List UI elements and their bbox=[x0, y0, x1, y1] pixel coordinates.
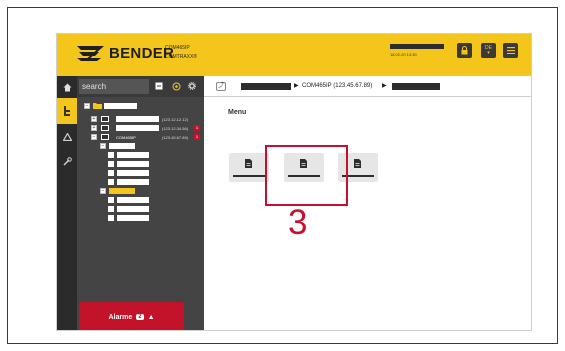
tree-leaf[interactable] bbox=[108, 215, 149, 221]
user-name-redacted bbox=[390, 44, 444, 49]
subgroup-2-label-selected bbox=[109, 188, 135, 194]
tree-leaf[interactable] bbox=[108, 197, 149, 203]
settings-button[interactable] bbox=[186, 80, 198, 92]
tree-leaf[interactable] bbox=[108, 206, 149, 212]
leaf-icon bbox=[108, 179, 114, 185]
alarm-badge: 1 bbox=[194, 134, 200, 140]
collapse-icon[interactable]: − bbox=[100, 188, 106, 194]
leaf-label-redacted bbox=[117, 197, 149, 203]
tree-root-node[interactable]: − bbox=[84, 103, 139, 109]
leaf-icon bbox=[108, 197, 114, 203]
search-input[interactable] bbox=[79, 79, 149, 94]
leaf-label-redacted bbox=[117, 206, 149, 212]
breadcrumb: ⤴ ▶ COM465IP (123.45.67.89) ▶ bbox=[204, 76, 531, 97]
navigate-up-button[interactable]: ⤴ bbox=[216, 82, 226, 91]
content-area: ⤴ ▶ COM465IP (123.45.67.89) ▶ Menu bbox=[204, 76, 531, 330]
minus-box-icon bbox=[155, 82, 163, 90]
device-2-label-redacted bbox=[116, 125, 159, 131]
device-icon bbox=[101, 134, 109, 140]
menu-button[interactable] bbox=[503, 43, 518, 58]
main-nav bbox=[57, 76, 77, 330]
bender-logo: BENDER bbox=[75, 44, 174, 62]
breadcrumb-separator: ▶ bbox=[294, 83, 299, 89]
alarm-button[interactable]: Alarme 2 ▲ bbox=[79, 302, 184, 330]
collapse-icon[interactable]: − bbox=[100, 143, 106, 149]
leaf-label-redacted bbox=[117, 179, 149, 185]
root-label-redacted bbox=[104, 103, 137, 109]
leaf-label-redacted bbox=[117, 170, 149, 176]
search-bar bbox=[77, 76, 204, 97]
lock-button[interactable] bbox=[457, 43, 472, 58]
tree-icon bbox=[64, 106, 70, 116]
lock-icon bbox=[461, 46, 468, 55]
device-icon bbox=[101, 125, 109, 131]
alarm-count: 2 bbox=[136, 314, 144, 320]
tools-icon bbox=[62, 156, 72, 166]
alarm-badge: 1 bbox=[194, 125, 200, 131]
breadcrumb-separator: ▶ bbox=[382, 83, 387, 89]
expand-icon[interactable]: + bbox=[91, 116, 97, 122]
leaf-icon bbox=[108, 170, 114, 176]
hamburger-icon bbox=[506, 47, 515, 54]
callout-number: 3 bbox=[288, 203, 308, 242]
language-button[interactable]: DE ▾ bbox=[481, 43, 496, 58]
tree-leaf[interactable] bbox=[108, 161, 149, 167]
leaf-label-redacted bbox=[117, 215, 149, 221]
leaf-icon bbox=[108, 152, 114, 158]
nav-alarms[interactable] bbox=[57, 126, 77, 148]
alarm-triangle-icon bbox=[62, 133, 72, 141]
folder-icon bbox=[93, 103, 102, 109]
highlight-box bbox=[265, 145, 348, 206]
collapse-icon[interactable]: − bbox=[84, 103, 90, 109]
alarm-up-icon: ▲ bbox=[147, 313, 155, 321]
tree-subgroup-2[interactable]: − bbox=[100, 188, 140, 194]
device-info: COM465IP COMTRAXX® bbox=[165, 44, 197, 62]
device-2-ip: (123.12.34.56) bbox=[162, 126, 189, 131]
app-header: BENDER COM465IP COMTRAXX® 18.02.20 13:30… bbox=[57, 34, 531, 76]
device-1-ip: (123.12.12.12) bbox=[162, 117, 189, 122]
device-tree-panel: − + (123.12.12.12) + (123.12.34.56) 1 − … bbox=[77, 76, 204, 330]
page-title: Menu bbox=[228, 109, 247, 116]
device-type: COMTRAXX® bbox=[165, 54, 198, 60]
tile-label-redacted bbox=[233, 175, 265, 177]
nav-home[interactable] bbox=[57, 76, 77, 98]
leaf-label-redacted bbox=[117, 152, 149, 158]
device-icon bbox=[101, 116, 109, 122]
device-3-ip: (123.45.67.89) bbox=[162, 135, 189, 140]
leaf-icon bbox=[108, 206, 114, 212]
collapse-icon[interactable]: − bbox=[91, 134, 97, 140]
tree-subgroup-1[interactable]: − bbox=[100, 143, 140, 149]
tree-device-3[interactable]: − COM465IP (123.45.67.89) 1 bbox=[91, 134, 201, 140]
nav-tools[interactable] bbox=[57, 150, 77, 172]
tree-device-2[interactable]: + (123.12.34.56) 1 bbox=[91, 125, 201, 131]
tree-leaf[interactable] bbox=[108, 170, 149, 176]
home-icon bbox=[63, 83, 71, 91]
subgroup-1-label-redacted bbox=[109, 143, 135, 149]
expand-icon[interactable]: + bbox=[91, 125, 97, 131]
tree-leaf[interactable] bbox=[108, 179, 149, 185]
target-icon bbox=[172, 82, 180, 90]
leaf-icon bbox=[108, 161, 114, 167]
breadcrumb-current-redacted[interactable] bbox=[392, 83, 440, 90]
leaf-label-redacted bbox=[117, 161, 149, 167]
nav-tree[interactable] bbox=[57, 98, 77, 124]
device-1-label-redacted bbox=[116, 116, 159, 122]
alarm-label: Alarme bbox=[108, 313, 133, 321]
chevron-down-icon: ▾ bbox=[487, 49, 490, 56]
document-icon bbox=[354, 159, 361, 168]
tree-leaf[interactable] bbox=[108, 152, 149, 158]
breadcrumb-root-redacted[interactable] bbox=[241, 83, 291, 90]
bender-logo-icon bbox=[77, 46, 104, 61]
document-icon bbox=[245, 159, 252, 168]
leaf-icon bbox=[108, 215, 114, 221]
datetime-display: 18.02.20 13:30 bbox=[390, 52, 417, 57]
device-3-label: COM465IP bbox=[116, 135, 136, 140]
filter-button[interactable] bbox=[170, 80, 182, 92]
tree-device-1[interactable]: + (123.12.12.12) bbox=[91, 116, 201, 122]
gear-icon bbox=[188, 82, 196, 90]
breadcrumb-device[interactable]: COM465IP (123.45.67.89) bbox=[302, 83, 372, 89]
device-name: COM465IP bbox=[165, 45, 190, 51]
collapse-all-button[interactable] bbox=[153, 80, 165, 92]
menu-tile-1[interactable] bbox=[229, 153, 269, 182]
